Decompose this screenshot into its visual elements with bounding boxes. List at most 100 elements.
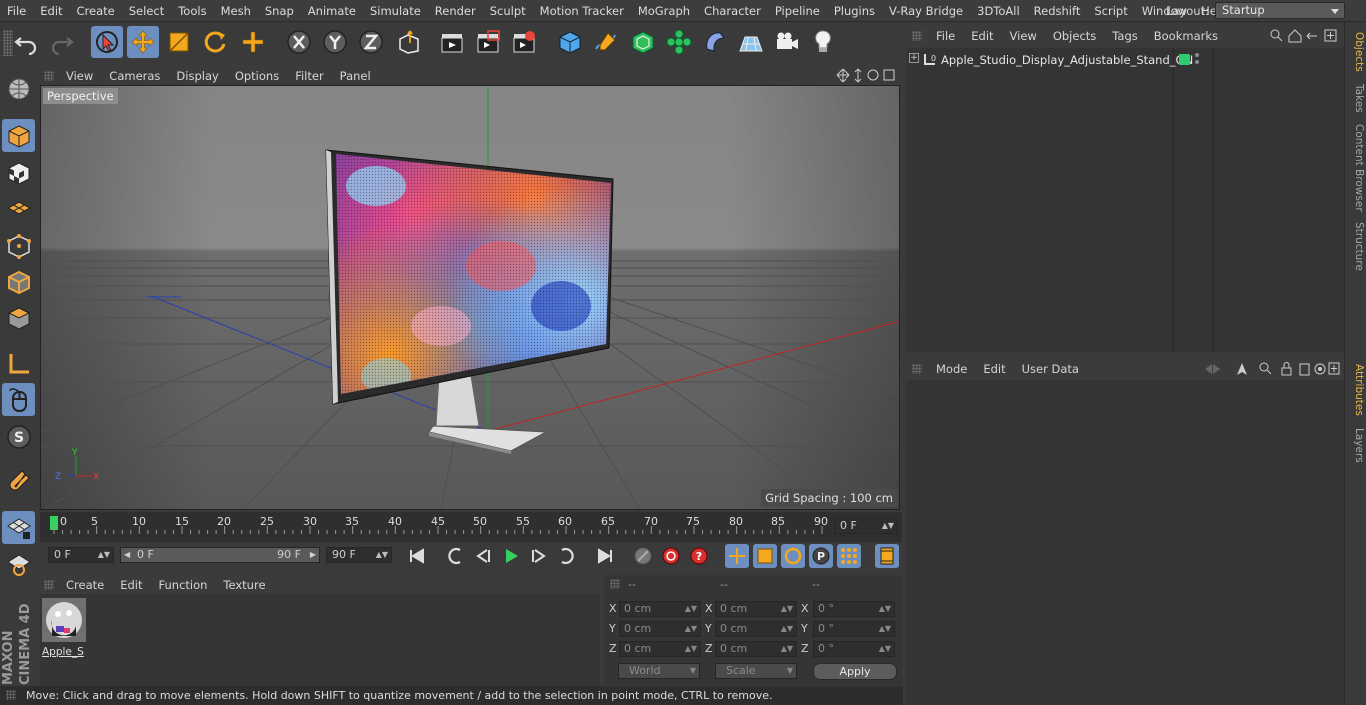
current-frame-field[interactable]: 0 F ▲▼ [834, 518, 898, 534]
menu-mesh[interactable]: Mesh [214, 0, 258, 22]
tab-attributes[interactable]: Attributes [1347, 364, 1365, 416]
position-y-field[interactable]: 0 cm ▲▼ [619, 621, 701, 637]
menu-redshift[interactable]: Redshift [1027, 0, 1088, 22]
polygons-mode-button[interactable] [2, 301, 35, 334]
play-button[interactable] [499, 544, 523, 568]
material-item[interactable]: Apple_S [42, 598, 86, 658]
expand-icon[interactable]: + [909, 53, 919, 63]
attributes-menu-mode[interactable]: Mode [928, 362, 975, 376]
rotation-p-field[interactable]: 0 ° ▲▼ [813, 621, 895, 637]
spinner-icon[interactable]: ▲▼ [882, 519, 894, 533]
tab-objects[interactable]: Objects [1347, 32, 1365, 72]
y-axis-lock-button[interactable] [319, 26, 351, 58]
menu-tools[interactable]: Tools [171, 0, 213, 22]
key-parameter-button[interactable]: P [809, 544, 833, 568]
autokey-button[interactable]: ? [687, 544, 711, 568]
spinner-icon[interactable]: ▲▼ [879, 622, 891, 636]
coordinates-grip[interactable] [610, 579, 620, 589]
spinner-icon[interactable]: ▲▼ [685, 602, 697, 616]
viewport-nav-icons[interactable] [836, 68, 896, 83]
spinner-icon[interactable]: ▲▼ [781, 602, 793, 616]
nav-arrows-icon[interactable] [1205, 364, 1220, 374]
spinner-icon[interactable]: ▲▼ [879, 642, 891, 656]
live-selection-button[interactable] [91, 26, 123, 58]
scale-tool-button[interactable] [163, 26, 195, 58]
rotation-b-field[interactable]: 0 ° ▲▼ [813, 641, 895, 657]
add-environment-button[interactable] [735, 26, 767, 58]
spinner-icon[interactable]: ▲▼ [98, 548, 110, 562]
coordinate-mode-select[interactable]: World ▼ [618, 663, 700, 679]
menu-animate[interactable]: Animate [301, 0, 363, 22]
material-menu-function[interactable]: Function [151, 578, 216, 592]
search-icon[interactable] [1277, 36, 1283, 42]
add-light-button[interactable] [807, 26, 839, 58]
maximize-view-icon[interactable] [883, 69, 895, 81]
go-to-end-button[interactable] [593, 544, 617, 568]
position-x-field[interactable]: 0 cm ▲▼ [619, 601, 701, 617]
render-view-button[interactable] [436, 26, 468, 58]
material-menu-texture[interactable]: Texture [215, 578, 273, 592]
lock-icon[interactable] [1281, 367, 1292, 376]
model-mode-button[interactable] [2, 119, 35, 152]
pan-view-icon[interactable] [836, 68, 850, 83]
viewport-menu-cameras[interactable]: Cameras [101, 69, 168, 83]
tweak-mode-button[interactable] [2, 383, 35, 416]
render-region-button[interactable] [472, 26, 504, 58]
key-scale-button[interactable] [753, 544, 777, 568]
workplane-lock-button[interactable] [2, 511, 35, 544]
record-keys-off-button[interactable] [631, 544, 655, 568]
spinner-icon[interactable]: ▲▼ [781, 622, 793, 636]
viewport-menu-options[interactable]: Options [227, 69, 287, 83]
spinner-icon[interactable]: ▲▼ [781, 642, 793, 656]
objects-menu-file[interactable]: File [928, 29, 963, 43]
end-frame-field[interactable]: 90 F ▲▼ [326, 547, 392, 563]
menu-3dtoall[interactable]: 3DToAll [970, 0, 1027, 22]
menu-character[interactable]: Character [697, 0, 768, 22]
key-rotation-button[interactable] [781, 544, 805, 568]
make-editable-button[interactable] [2, 72, 35, 105]
frame-range-slider[interactable]: ◀ 0 F 90 F ▶ [120, 547, 320, 563]
layer-color-tag[interactable] [1179, 54, 1190, 65]
objects-menu-edit[interactable]: Edit [963, 29, 1001, 43]
spinner-icon[interactable]: ▲▼ [376, 548, 388, 562]
enable-snap-button[interactable] [2, 466, 35, 499]
menu-simulate[interactable]: Simulate [363, 0, 428, 22]
object-name[interactable]: Apple_Studio_Display_Adjustable_Stand_ON [941, 53, 1193, 67]
prev-keyframe-button[interactable] [443, 544, 467, 568]
back-arrow-icon[interactable] [1306, 32, 1317, 40]
undo-button[interactable] [10, 26, 42, 58]
menu-file[interactable]: File [0, 0, 33, 22]
position-z-field[interactable]: 0 cm ▲▼ [619, 641, 701, 657]
render-visibility-dot[interactable] [1195, 60, 1199, 64]
texture-mode-button[interactable] [2, 156, 35, 189]
pointer-icon[interactable] [1237, 363, 1247, 375]
editor-visibility-dot[interactable] [1195, 53, 1199, 57]
points-mode-button[interactable] [2, 229, 35, 262]
menu-pipeline[interactable]: Pipeline [768, 0, 827, 22]
start-frame-field[interactable]: 0 F ▲▼ [48, 547, 114, 563]
menu-create[interactable]: Create [70, 0, 122, 22]
menu-plugins[interactable]: Plugins [827, 0, 882, 22]
home-icon[interactable] [1288, 29, 1302, 43]
attributes-menu-edit[interactable]: Edit [975, 362, 1013, 376]
size-x-field[interactable]: 0 cm ▲▼ [715, 601, 797, 617]
object-row[interactable]: + 0 Apple_Studio_Display_Adjustable_Stan… [906, 51, 1344, 69]
menu-snap[interactable]: Snap [258, 0, 301, 22]
add-generator-button[interactable] [627, 26, 659, 58]
rotate-view-icon[interactable] [867, 69, 879, 81]
material-menu-edit[interactable]: Edit [112, 578, 150, 592]
search-icon[interactable] [1259, 362, 1269, 372]
spinner-icon[interactable]: ▲▼ [879, 602, 891, 616]
tab-content-browser[interactable]: Content Browser [1347, 124, 1365, 212]
menu-render[interactable]: Render [428, 0, 483, 22]
menu-vray-bridge[interactable]: V-Ray Bridge [882, 0, 970, 22]
tab-structure[interactable]: Structure [1347, 222, 1365, 271]
menu-script[interactable]: Script [1087, 0, 1134, 22]
object-manager-grip[interactable] [912, 31, 922, 41]
material-menu-create[interactable]: Create [58, 578, 112, 592]
rotation-h-field[interactable]: 0 ° ▲▼ [813, 601, 895, 617]
move-tool-button[interactable] [127, 26, 159, 58]
coordinate-system-button[interactable] [393, 26, 425, 58]
search-icon[interactable] [1270, 29, 1280, 39]
tab-layers[interactable]: Layers [1347, 428, 1365, 463]
